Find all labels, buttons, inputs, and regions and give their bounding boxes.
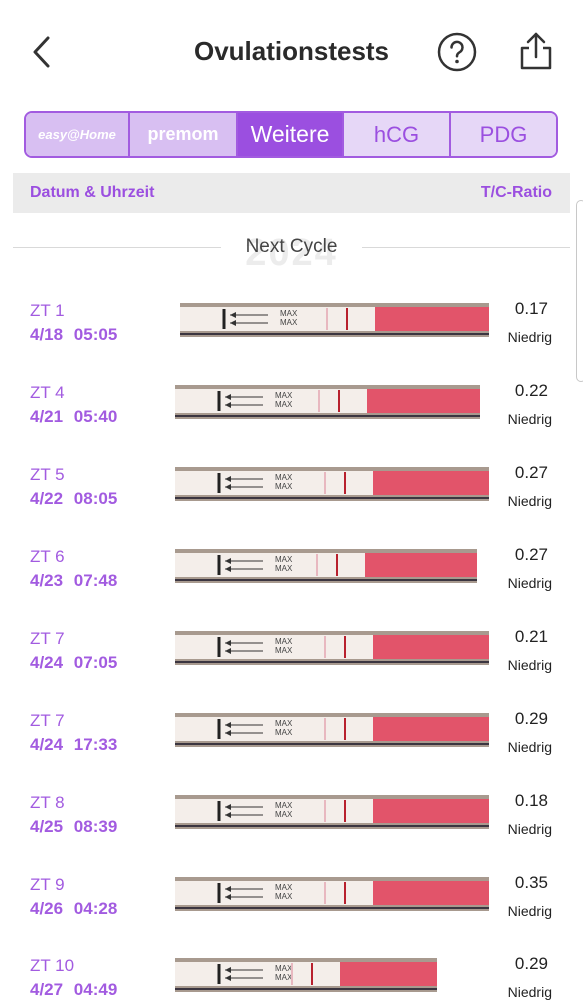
list-item[interactable]: ZT 9 4/26 04:28 MAX MAX 0.35 Niedrig: [0, 873, 583, 935]
strip-max-text: MAX: [275, 391, 293, 400]
test-datetime: 4/24 07:05: [30, 653, 118, 672]
brand-tabs: easy@Home premom Weitere hCG PDG: [24, 111, 558, 158]
tab-hcg-label: hCG: [373, 121, 420, 147]
list-item[interactable]: ZT 4 4/21 05:40 MAX MAX 0.22 Niedrig: [0, 381, 583, 443]
tc-ratio-value: 0.18: [514, 791, 548, 810]
tab-pdg[interactable]: PDG: [451, 113, 556, 156]
strip-max-text: MAX: [275, 810, 293, 819]
test-strip-image[interactable]: MAXMAX: [175, 877, 489, 911]
easy-at-home-logo: easy@Home: [38, 127, 116, 142]
strip-max-text: MAX: [280, 318, 298, 327]
test-datetime: 4/21 05:40: [30, 407, 118, 426]
page-title: Ovulationstests: [193, 36, 390, 66]
list-item[interactable]: ZT 5 4/22 08:05 MAX MAX 0.27 Niedrig: [0, 463, 583, 525]
test-datetime: 4/24 17:33: [30, 735, 118, 754]
tc-ratio-level: Niedrig: [507, 984, 552, 1000]
question-circle-icon: [437, 32, 477, 72]
strip-max-text: MAX: [275, 637, 293, 646]
tc-ratio-level: Niedrig: [507, 575, 552, 591]
test-datetime: 4/27 04:49: [30, 980, 118, 999]
test-datetime: 4/18 05:05: [30, 325, 118, 344]
list-item[interactable]: ZT 8 4/25 08:39 MAX MAX 0.18 Niedrig: [0, 791, 583, 853]
list-item[interactable]: ZT 7 4/24 17:33 MAX MAX 0.29 Niedrig: [0, 709, 583, 771]
cycle-day: ZT 4: [30, 383, 65, 402]
tc-ratio-value: 0.29: [514, 709, 548, 728]
cycle-label: Next Cycle: [245, 236, 338, 257]
test-strip-image[interactable]: MAXMAX: [180, 303, 489, 337]
strip-max-text: MAX: [275, 473, 293, 482]
tab-premom[interactable]: premom: [130, 113, 238, 156]
tc-ratio-level: Niedrig: [507, 657, 552, 673]
tc-ratio-value: 0.29: [514, 954, 548, 973]
tab-weitere-label: Weitere: [250, 121, 330, 147]
strip-max-text: MAX: [275, 892, 293, 901]
tab-hcg[interactable]: hCG: [344, 113, 451, 156]
cycle-day: ZT 6: [30, 547, 65, 566]
strip-max-text: MAX: [275, 719, 293, 728]
test-datetime: 4/26 04:28: [30, 899, 118, 918]
help-button[interactable]: [436, 31, 478, 73]
share-button[interactable]: [515, 30, 557, 72]
cycle-day: ZT 7: [30, 629, 65, 648]
tab-easy-at-home[interactable]: easy@Home: [26, 113, 130, 156]
list-item[interactable]: ZT 6 4/23 07:48 MAX MAX 0.27 Niedrig: [0, 545, 583, 607]
list-item[interactable]: ZT 7 4/24 07:05 MAX MAX 0.21 Niedrig: [0, 627, 583, 689]
strip-max-text: MAX: [275, 973, 293, 982]
tab-weitere[interactable]: Weitere: [238, 113, 344, 156]
cycle-day: ZT 9: [30, 875, 65, 894]
strip-max-text: MAX: [275, 883, 293, 892]
cycle-day: ZT 10: [30, 956, 75, 975]
test-datetime: 4/22 08:05: [30, 489, 118, 508]
list-item[interactable]: ZT 1 4/18 05:05 MAX MAX 0.17 Niedrig: [0, 299, 583, 361]
strip-max-text: MAX: [275, 964, 293, 973]
test-datetime: 4/25 08:39: [30, 817, 118, 836]
cycle-day: ZT 1: [30, 301, 65, 320]
column-tc-ratio: T/C-Ratio: [480, 184, 552, 201]
test-strip-image[interactable]: MAXMAX: [175, 385, 480, 419]
tc-ratio-value: 0.27: [514, 463, 548, 482]
strip-max-text: MAX: [275, 482, 293, 491]
tc-ratio-value: 0.17: [514, 299, 548, 318]
strip-max-text: MAX: [275, 400, 293, 409]
premom-logo: premom: [147, 124, 219, 144]
app-header: Ovulationstests: [0, 0, 583, 104]
test-strip-image[interactable]: MAXMAX: [175, 795, 489, 829]
strip-max-text: MAX: [275, 646, 293, 655]
tc-ratio-level: Niedrig: [507, 739, 552, 755]
strip-max-text: MAX: [275, 555, 293, 564]
tc-ratio-value: 0.21: [514, 627, 548, 646]
tab-pdg-label: PDG: [479, 121, 528, 147]
tc-ratio-value: 0.27: [514, 545, 548, 564]
strip-max-text: MAX: [280, 309, 298, 318]
tc-ratio-value: 0.35: [514, 873, 548, 892]
tc-ratio-level: Niedrig: [507, 903, 552, 919]
test-strip-image[interactable]: MAXMAX: [175, 713, 489, 747]
test-strip-image[interactable]: MAXMAX: [175, 467, 489, 501]
cycle-day: ZT 8: [30, 793, 65, 812]
cycle-day: ZT 5: [30, 465, 65, 484]
column-date-time: Datum & Uhrzeit: [30, 184, 155, 201]
cycle-separator: 2024 Next Cycle: [13, 228, 570, 274]
column-header: Datum & Uhrzeit T/C-Ratio: [13, 173, 570, 213]
test-strip-image[interactable]: MAXMAX: [175, 958, 437, 992]
tc-ratio-level: Niedrig: [507, 329, 552, 345]
test-strip-image[interactable]: MAXMAX: [175, 631, 489, 665]
tc-ratio-level: Niedrig: [507, 411, 552, 427]
tc-ratio-value: 0.22: [514, 381, 548, 400]
tc-ratio-level: Niedrig: [507, 493, 552, 509]
list-item[interactable]: ZT 10 4/27 04:49 MAX MAX 0.29 Niedrig: [0, 954, 583, 1000]
tc-ratio-level: Niedrig: [507, 821, 552, 837]
cycle-day: ZT 7: [30, 711, 65, 730]
strip-max-text: MAX: [275, 728, 293, 737]
share-icon: [520, 32, 552, 70]
strip-max-text: MAX: [275, 564, 293, 573]
test-strip-image[interactable]: MAXMAX: [175, 549, 477, 583]
strip-max-text: MAX: [275, 801, 293, 810]
test-datetime: 4/23 07:48: [30, 571, 118, 590]
